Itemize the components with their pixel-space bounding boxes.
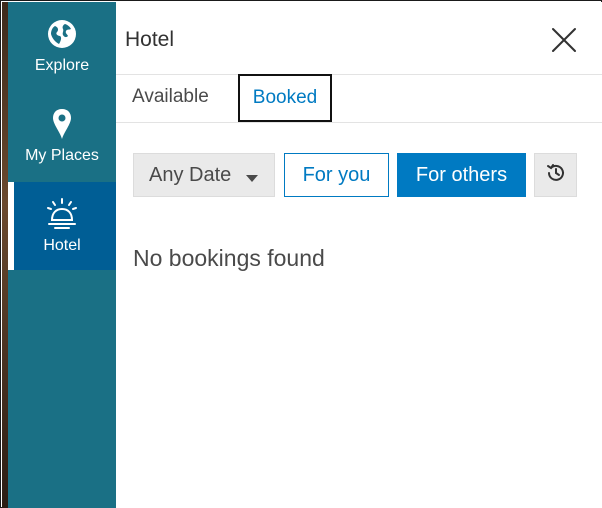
- sidebar-item-explore[interactable]: Explore: [8, 2, 116, 90]
- sidebar-item-label: Hotel: [43, 237, 81, 254]
- refresh-button[interactable]: [534, 153, 577, 197]
- refresh-icon: [545, 162, 567, 189]
- sidebar-item-hotel[interactable]: Hotel: [8, 182, 116, 270]
- sidebar-item-label: Explore: [34, 57, 90, 74]
- active-indicator: [8, 182, 14, 270]
- app-window: Explore My Places Hotel Hotel Available …: [0, 0, 602, 508]
- sidebar-item-label: My Places: [25, 147, 99, 164]
- empty-state-message: No bookings found: [133, 245, 325, 271]
- hotel-panel: Hotel Available Booked Any Date For you …: [116, 2, 602, 508]
- map-pin-icon: [45, 107, 79, 141]
- date-filter-label: Any Date: [149, 163, 232, 186]
- sidebar: Explore My Places Hotel: [8, 2, 116, 508]
- tab-booked[interactable]: Booked: [238, 74, 332, 122]
- caret-down-icon: [246, 175, 258, 182]
- tab-bar: Available Booked: [116, 74, 602, 123]
- sidebar-item-my-places[interactable]: My Places: [8, 92, 116, 180]
- panel-title: Hotel: [125, 28, 175, 51]
- close-icon[interactable]: [550, 26, 578, 54]
- globe-icon: [45, 17, 79, 51]
- panel-header: Hotel: [116, 2, 602, 75]
- for-you-button[interactable]: For you: [284, 153, 389, 197]
- tab-available[interactable]: Available: [124, 74, 234, 120]
- date-filter-dropdown[interactable]: Any Date: [133, 153, 275, 197]
- service-bell-icon: [45, 197, 79, 231]
- for-others-button[interactable]: For others: [397, 153, 526, 197]
